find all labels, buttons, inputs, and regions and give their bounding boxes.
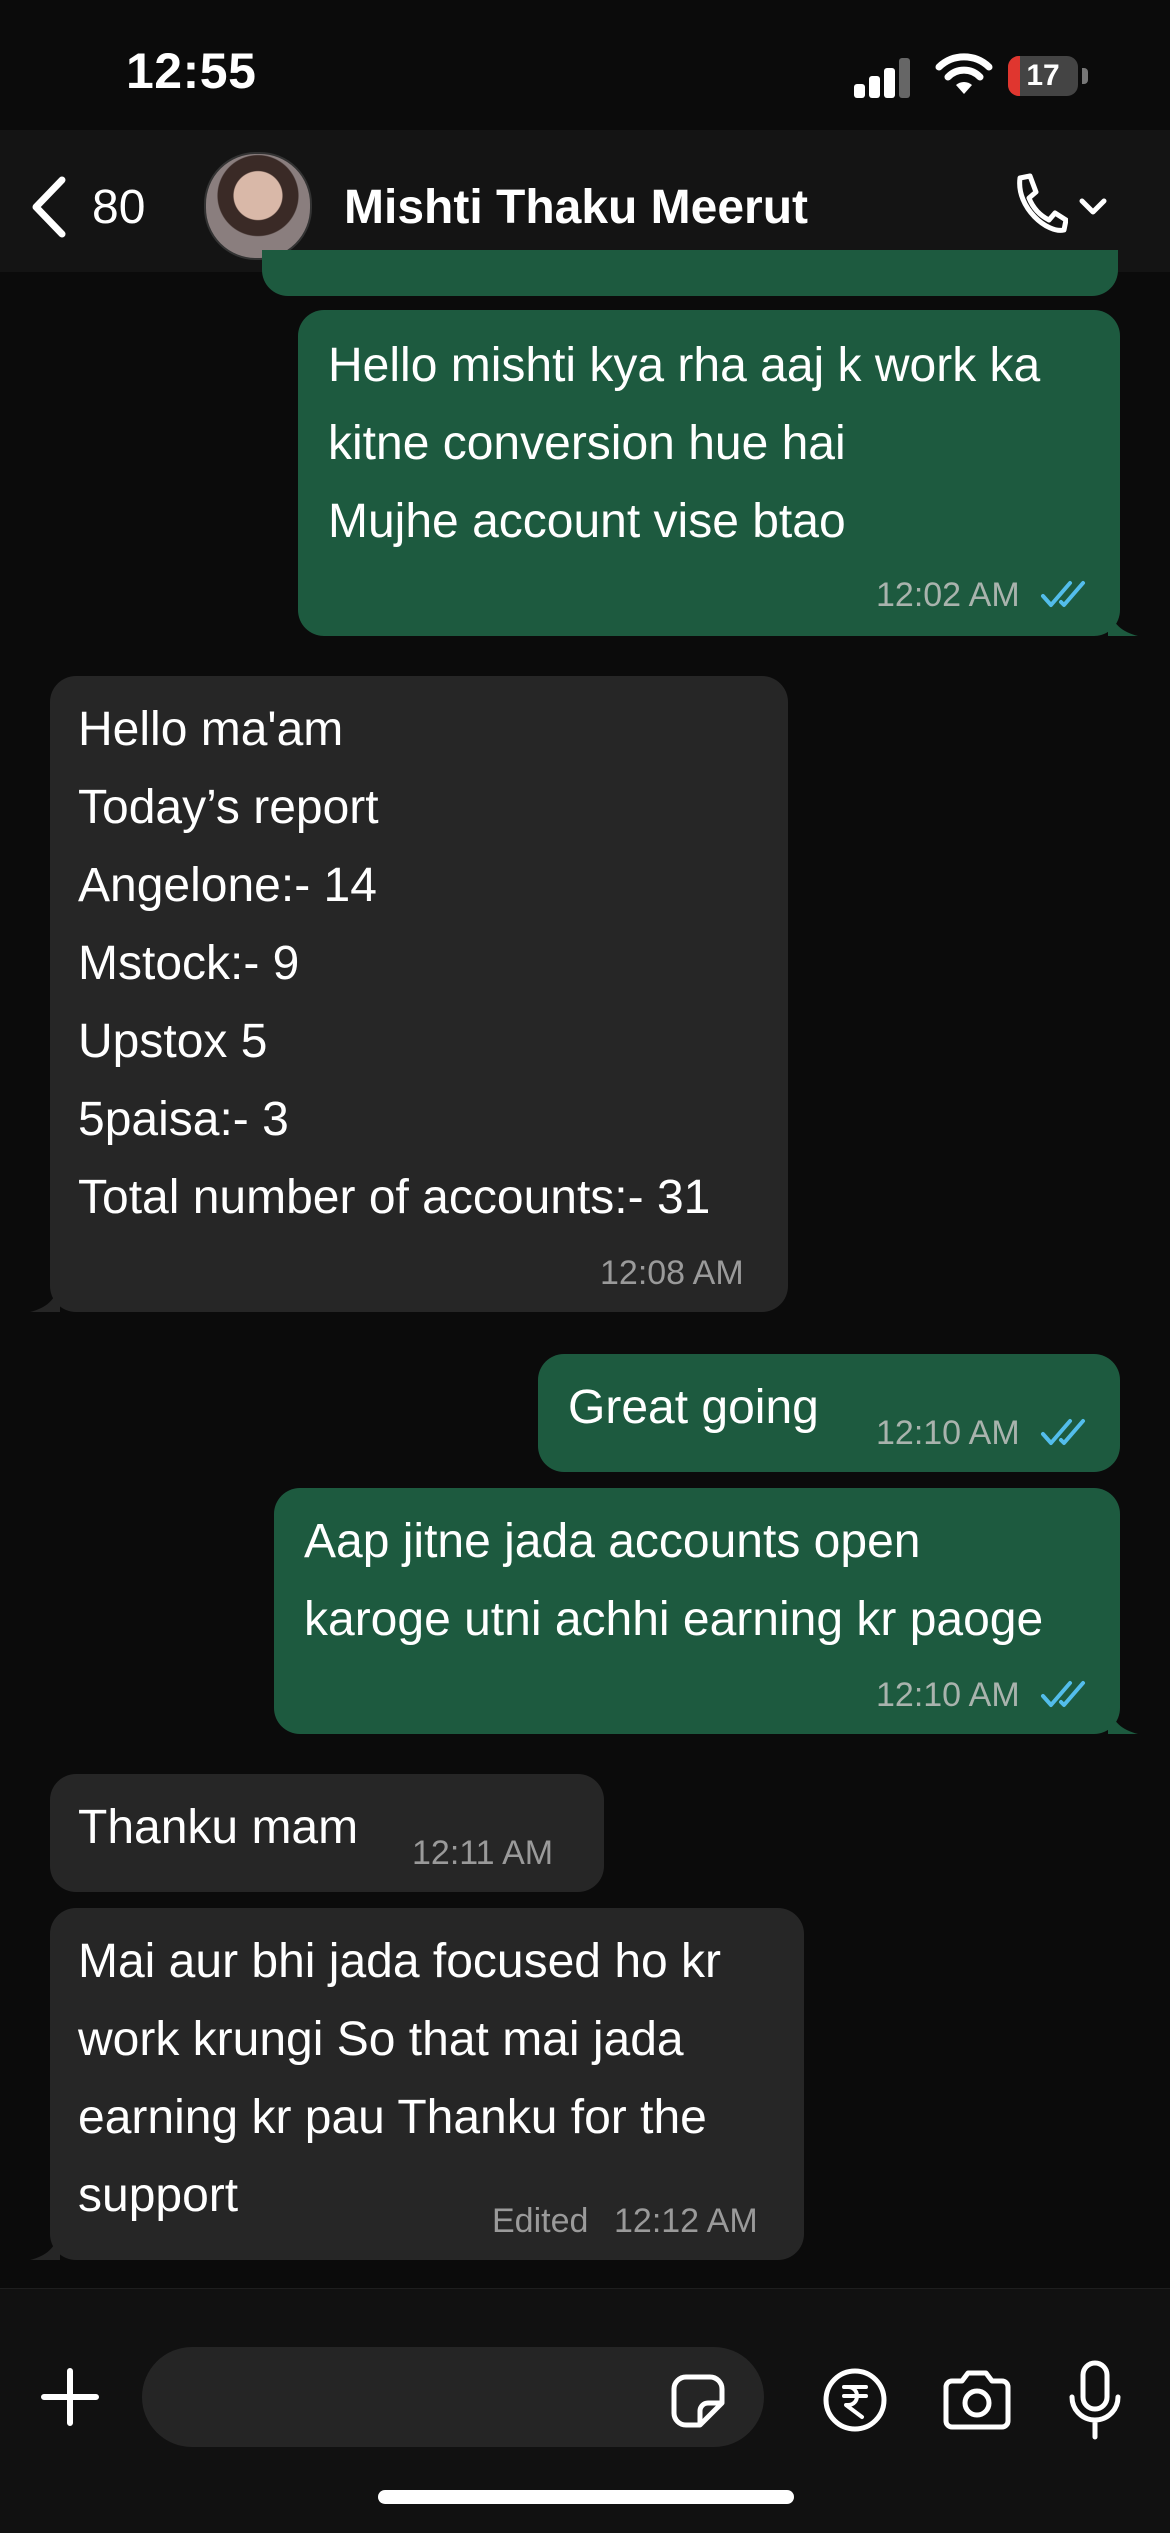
battery-cap (1082, 68, 1088, 84)
camera-icon[interactable] (940, 2369, 1014, 2431)
read-receipt-icon (1041, 581, 1085, 607)
message-text-line: Hello mishti kya rha aaj k work ka (328, 339, 1041, 392)
edited-label: Edited (492, 2202, 589, 2240)
message-timestamp: 12:02 AM (876, 576, 1020, 614)
message-bubble-outgoing[interactable]: Hello mishti kya rha aaj k work ka kitne… (298, 310, 1120, 636)
message-text-line: kitne conversion hue hai (328, 417, 846, 470)
message-timestamp: 12:10 AM (876, 1676, 1020, 1714)
message-text-line: Thanku mam (78, 1801, 359, 1854)
plus-icon[interactable] (40, 2367, 100, 2427)
message-timestamp: 12:10 AM (876, 1414, 1020, 1452)
rupee-icon[interactable] (822, 2367, 888, 2433)
wifi-icon (935, 53, 993, 94)
back-unread-count[interactable]: 80 (92, 180, 145, 235)
message-text-line: Upstox 5 (78, 1015, 268, 1068)
message-text-line: Mstock:- 9 (78, 937, 300, 990)
message-timestamp: 12:12 AM (614, 2202, 758, 2240)
microphone-icon[interactable] (1066, 2359, 1124, 2443)
battery-level-text: 17 (1026, 59, 1060, 92)
message-bubble-incoming[interactable]: Thanku mam 12:11 AM (50, 1774, 604, 1892)
message-text-line: Mujhe account vise btao (328, 495, 846, 548)
status-time: 12:55 (126, 43, 257, 99)
bubble-tail (1108, 1704, 1138, 1734)
cellular-signal-icon (854, 56, 912, 98)
message-timestamp: 12:11 AM (412, 1834, 554, 1872)
message-text-line: Aap jitne jada accounts open (304, 1515, 921, 1568)
back-chevron-icon[interactable] (22, 172, 82, 242)
message-text-line: support (78, 2169, 239, 2222)
message-bubble-incoming[interactable]: Hello ma'am Today’s report Angelone:- 14… (50, 676, 788, 1312)
message-text-line: Hello ma'am (78, 703, 344, 756)
contact-name[interactable]: Mishti Thaku Meerut (344, 180, 808, 235)
message-text-line: Today’s report (78, 781, 379, 834)
message-bubble-incoming[interactable]: Mai aur bhi jada focused ho kr work krun… (50, 1908, 804, 2260)
message-bubble-outgoing[interactable]: Great going 12:10 AM (538, 1354, 1120, 1472)
message-text-line: 5paisa:- 3 (78, 1093, 289, 1146)
message-text-line: earning kr pau Thanku for the (78, 2091, 707, 2144)
message-text-line: karoge utni achhi earning kr paoge (304, 1593, 1044, 1646)
message-text-line: Mai aur bhi jada focused ho kr (78, 1935, 722, 1988)
message-timestamp: 12:08 AM (600, 1254, 744, 1292)
chevron-down-icon[interactable] (1076, 190, 1110, 224)
message-text-line: Angelone:- 14 (78, 859, 377, 912)
contact-avatar[interactable] (204, 152, 312, 260)
message-text-line: Total number of accounts:- 31 (78, 1171, 711, 1224)
bubble-tail (1108, 606, 1138, 636)
sticker-icon[interactable] (670, 2373, 726, 2429)
bubble-tail (30, 1282, 60, 1312)
phone-icon[interactable] (1008, 172, 1068, 240)
bubble-tail (30, 2230, 60, 2260)
message-bubble-outgoing[interactable]: Aap jitne jada accounts open karoge utni… (274, 1488, 1120, 1734)
home-indicator[interactable] (378, 2490, 794, 2504)
message-text-line: work krungi So that mai jada (78, 2013, 684, 2066)
battery-icon: 17 (1008, 56, 1078, 96)
read-receipt-icon (1041, 1681, 1085, 1707)
previous-message-bubble (262, 250, 1118, 296)
message-text-line: Great going (568, 1381, 819, 1434)
read-receipt-icon (1041, 1419, 1085, 1445)
